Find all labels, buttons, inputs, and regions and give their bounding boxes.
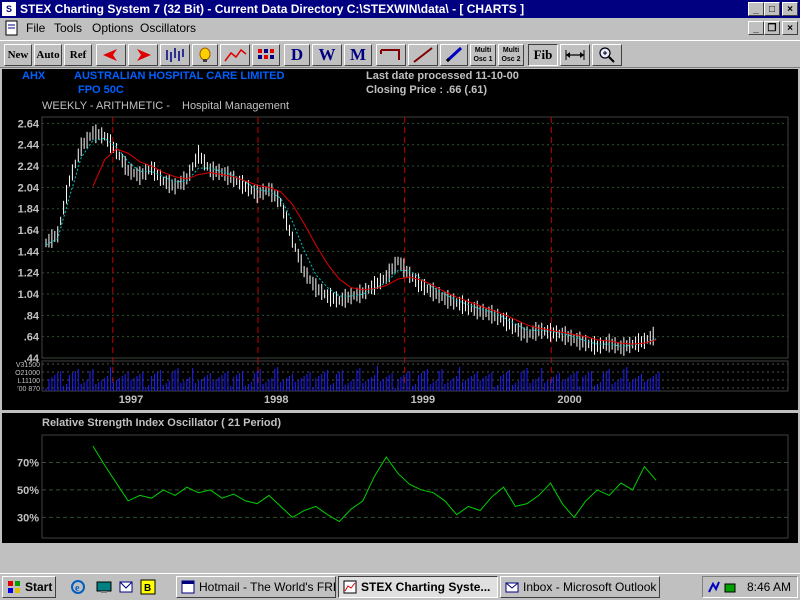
price-plot-frame <box>41 116 789 359</box>
toolbar: New Auto Ref D W M Multi Osc 1 Multi Osc… <box>0 40 800 68</box>
internet-explorer-icon[interactable]: e <box>70 579 86 595</box>
outlook-icon[interactable] <box>118 579 134 595</box>
clock[interactable]: 8:46 AM <box>747 580 791 594</box>
price-tick-label: 1.04 <box>18 289 40 301</box>
child-restore-button[interactable]: ❐ <box>764 21 780 35</box>
app-launch-icon[interactable]: B <box>140 579 156 595</box>
volume-tick-label: V31500 <box>16 362 40 369</box>
rsi-panel: Relative Strength Index Oscillator ( 21 … <box>2 413 798 543</box>
lamp-icon[interactable] <box>192 44 218 66</box>
rsi-tick-label: 70% <box>17 457 39 469</box>
price-tick-label: 2.44 <box>18 140 40 152</box>
task-label: Inbox - Microsoft Outlook <box>523 580 657 594</box>
multi-osc-2-button[interactable]: Multi Osc 2 <box>498 44 524 66</box>
svg-text:e: e <box>75 583 80 594</box>
volume-frame <box>41 360 789 392</box>
price-tick-label: 1.24 <box>18 268 40 280</box>
task-outlook[interactable]: Inbox - Microsoft Outlook <box>500 576 660 598</box>
inbox-icon <box>505 582 519 593</box>
menu-tools[interactable]: Tools <box>54 21 82 35</box>
system-tray: 8:46 AM <box>702 576 798 598</box>
volume-tick-label: L11100 <box>18 378 40 385</box>
x-tick-label: 1998 <box>264 394 288 406</box>
task-label: STEX Charting Syste... <box>361 580 491 594</box>
task-stex[interactable]: STEX Charting Syste... <box>338 576 498 598</box>
right-arrow-icon[interactable] <box>128 44 158 66</box>
zoom-icon[interactable] <box>592 44 622 66</box>
fib-button[interactable]: Fib <box>528 44 558 66</box>
app-icon[interactable]: S <box>2 2 16 16</box>
close-button[interactable]: × <box>782 2 798 16</box>
windows-logo-icon <box>8 581 20 593</box>
volume-tick-label: '00 870 <box>17 386 40 393</box>
price-chart[interactable]: 2.64 2.44 2.24 2.04 1.84 1.64 1.44 1.24 1.04 .84.… <box>2 69 798 410</box>
title-bar: S STEX Charting System 7 (32 Bit) - Curr… <box>0 0 800 18</box>
price-tick-label: .84 <box>24 310 40 322</box>
weekly-button[interactable]: W <box>312 44 342 66</box>
new-button[interactable]: New <box>4 44 32 66</box>
monthly-button[interactable]: M <box>344 44 372 66</box>
ref-button[interactable]: Ref <box>64 44 92 66</box>
task-label: Hotmail - The World's FRE... <box>199 580 336 594</box>
trendline-icon[interactable] <box>408 44 438 66</box>
menu-bar: File Tools Options Oscillators _ ❐ × <box>0 18 800 38</box>
volume-tick-label: O21000 <box>15 370 40 377</box>
x-tick-label: 1999 <box>411 394 435 406</box>
multi-osc-1-button[interactable]: Multi Osc 1 <box>470 44 496 66</box>
chart-window-icon <box>343 580 357 594</box>
desktop-icon[interactable] <box>96 579 112 595</box>
minimize-button[interactable]: _ <box>748 2 764 16</box>
task-hotmail[interactable]: Hotmail - The World's FRE... <box>176 576 336 598</box>
rsi-tick-label: 30% <box>17 512 39 524</box>
start-button[interactable]: Start <box>2 576 56 598</box>
menu-options[interactable]: Options <box>92 21 133 35</box>
price-tick-label: 2.24 <box>18 161 40 173</box>
menu-oscillators[interactable]: Oscillators <box>140 21 196 35</box>
grid-icon[interactable] <box>252 44 280 66</box>
left-arrow-icon[interactable] <box>96 44 126 66</box>
window-title: STEX Charting System 7 (32 Bit) - Curren… <box>20 2 525 16</box>
x-tick-label: 1997 <box>119 394 143 406</box>
x-tick-label: 2000 <box>557 394 581 406</box>
rsi-chart[interactable]: 70% 50% 30% <box>2 413 798 543</box>
price-tick-label: 1.44 <box>18 246 40 258</box>
price-chart-panel: AHX AUSTRALIAN HOSPITAL CARE LIMITED FPO… <box>2 69 798 410</box>
rsi-line <box>92 445 657 523</box>
taskbar: Start e B Hotmail - The World's FRE... S… <box>0 573 800 600</box>
network-icon[interactable] <box>707 580 721 594</box>
line-chart-icon[interactable] <box>220 44 250 66</box>
bracket-icon[interactable] <box>376 44 406 66</box>
daily-button[interactable]: D <box>284 44 310 66</box>
start-label: Start <box>25 580 53 594</box>
price-tick-label: .64 <box>24 332 40 344</box>
auto-button[interactable]: Auto <box>34 44 62 66</box>
child-minimize-button[interactable]: _ <box>748 21 764 35</box>
browser-window-icon <box>181 580 195 594</box>
menu-file[interactable]: File <box>26 21 45 35</box>
child-close-button[interactable]: × <box>782 21 798 35</box>
expand-icon[interactable] <box>560 44 590 66</box>
bar-chart-icon[interactable] <box>160 44 190 66</box>
price-tick-label: 1.84 <box>18 204 40 216</box>
svg-text:B: B <box>144 583 151 594</box>
price-tick-label: 2.04 <box>18 182 40 194</box>
pencil-icon[interactable] <box>440 44 468 66</box>
document-icon[interactable] <box>4 20 20 36</box>
maximize-button[interactable]: □ <box>764 2 780 16</box>
price-tick-label: 2.64 <box>18 118 40 130</box>
price-tick-label: 1.64 <box>18 225 40 237</box>
rsi-tick-label: 50% <box>17 485 39 497</box>
speaker-icon[interactable] <box>723 580 737 594</box>
